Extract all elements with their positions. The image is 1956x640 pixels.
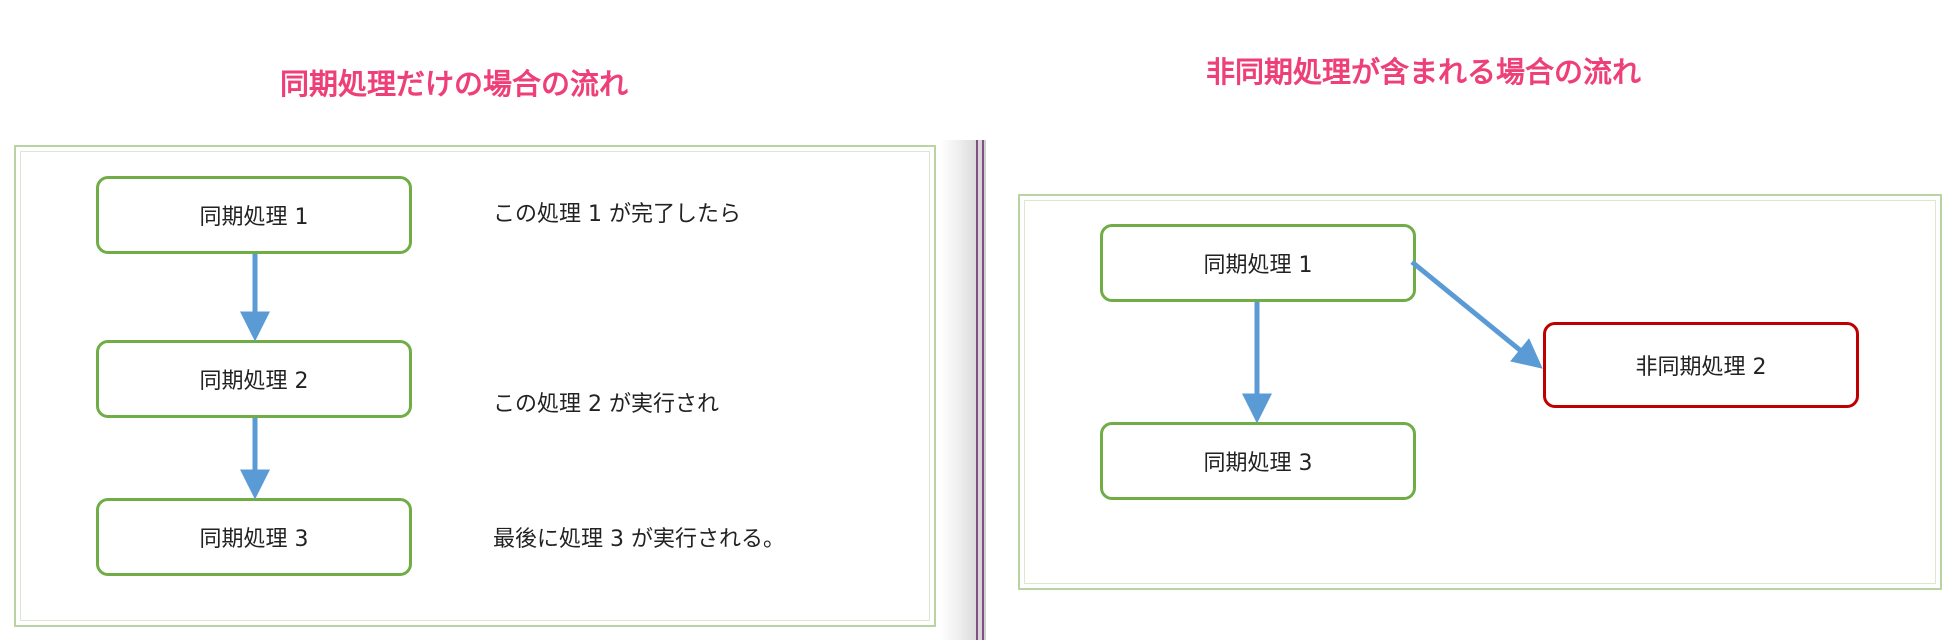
left-diagram-title: 同期処理だけの場合の流れ	[280, 67, 629, 101]
diagram-canvas: 同期処理だけの場合の流れ 非同期処理が含まれる場合の流れ 同期処理 1 同期処理…	[0, 0, 1956, 640]
left-note-2: この処理 2 が実行され	[493, 392, 719, 417]
separator-line-right	[982, 140, 984, 640]
right-sync-process-3-box: 同期処理 3	[1100, 422, 1416, 500]
right-async-process-2-box: 非同期処理 2	[1543, 322, 1859, 408]
left-sync-process-3-box: 同期処理 3	[96, 498, 412, 576]
right-diagram-title: 非同期処理が含まれる場合の流れ	[1206, 55, 1642, 89]
left-sync-process-1-box: 同期処理 1	[96, 176, 412, 254]
left-sync-process-2-box: 同期処理 2	[96, 340, 412, 418]
separator-line-left	[976, 140, 978, 640]
left-note-1: この処理 1 が完了したら	[493, 202, 741, 227]
panel-separator	[940, 140, 986, 640]
right-sync-process-1-box: 同期処理 1	[1100, 224, 1416, 302]
left-note-3: 最後に処理 3 が実行される。	[493, 527, 785, 552]
